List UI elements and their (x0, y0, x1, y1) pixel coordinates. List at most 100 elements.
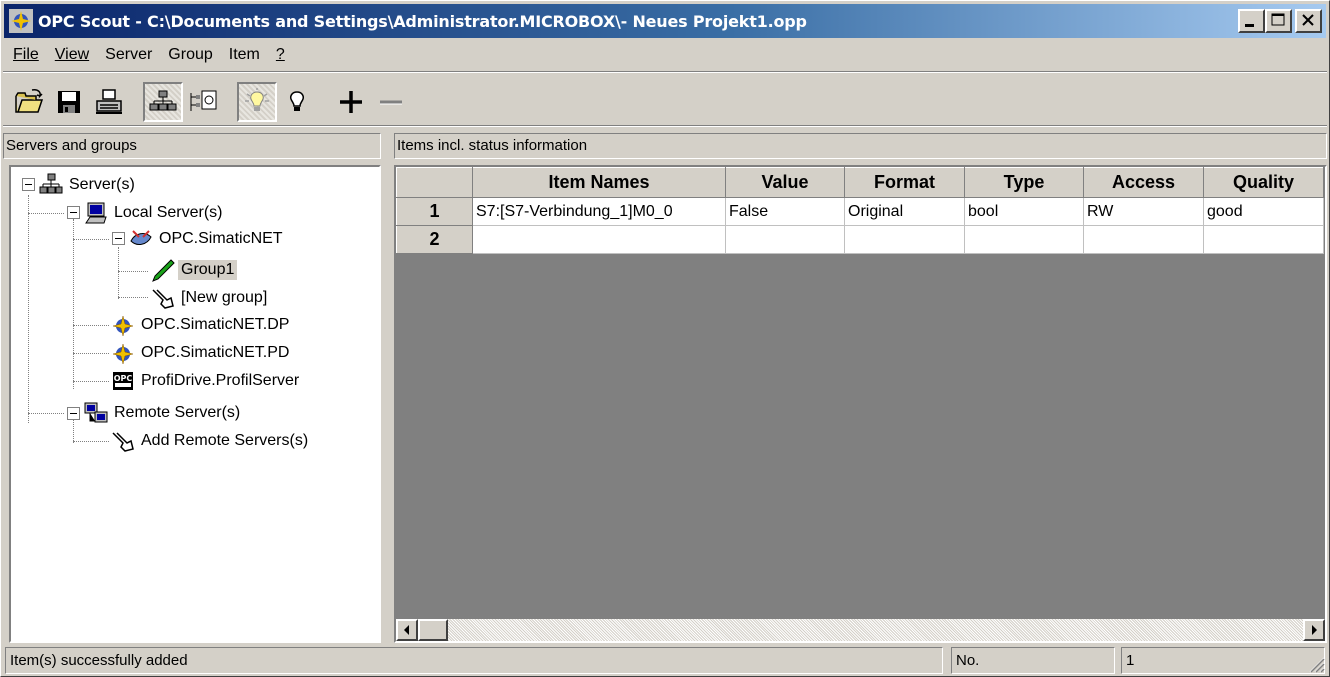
collapse-local-toggle[interactable] (67, 206, 80, 219)
collapse-remote-toggle[interactable] (67, 407, 80, 420)
scroll-left-button[interactable] (396, 619, 418, 641)
tree-node-remote-servers[interactable]: Remote Server(s) (84, 400, 243, 426)
menu-server-label: Server (105, 46, 153, 63)
cell-access[interactable] (1083, 225, 1204, 254)
menu-file[interactable]: File (5, 42, 47, 68)
cell-quality[interactable]: good (1203, 197, 1324, 226)
cell-quality[interactable] (1203, 225, 1324, 254)
tree-node-label: OPC.SimaticNET (159, 230, 283, 247)
remove-item-button[interactable] (371, 82, 411, 122)
menu-file-label: File (13, 46, 39, 63)
collapse-simaticnet-toggle[interactable] (112, 232, 125, 245)
minimize-icon (1245, 24, 1254, 27)
save-button[interactable] (49, 82, 89, 122)
menu-group[interactable]: Group (160, 42, 220, 68)
tree-node-local-servers[interactable]: Local Server(s) (84, 200, 225, 226)
title-bar[interactable]: OPC Scout - C:\Documents and Settings\Ad… (4, 4, 1326, 38)
tree-node-label: Local Server(s) (114, 204, 223, 221)
row-number[interactable]: 2 (396, 225, 473, 254)
menu-item-label: Item (228, 46, 260, 63)
cell-value[interactable] (725, 225, 845, 254)
maximize-icon (1271, 13, 1285, 26)
menu-help[interactable]: ? (268, 42, 293, 68)
corner-header[interactable] (396, 167, 473, 198)
network-computers-icon (84, 402, 108, 423)
tree-line (28, 195, 29, 423)
add-item-button[interactable] (331, 82, 371, 122)
opc-logo-icon: OPC (113, 372, 133, 390)
horizontal-scrollbar[interactable] (396, 619, 1325, 641)
tree-node-opc-simaticnet-pd[interactable]: OPC.SimaticNET.PD (111, 340, 292, 366)
new-group-pointer-icon (152, 289, 174, 309)
tree-node-profidrive[interactable]: OPC ProfiDrive.ProfilServer (111, 368, 302, 394)
tree-node-label: OPC.SimaticNET.DP (141, 316, 290, 333)
tree-line (28, 213, 64, 214)
cell-format[interactable]: Original (844, 197, 965, 226)
tree-node-opc-simaticnet-dp[interactable]: OPC.SimaticNET.DP (111, 312, 292, 338)
tree-line (118, 297, 148, 298)
cell-type[interactable] (964, 225, 1084, 254)
cell-format[interactable] (844, 225, 965, 254)
arrow-left-icon (404, 625, 409, 635)
server-tree-button[interactable] (143, 82, 183, 122)
cell-item-name[interactable] (472, 225, 726, 254)
tree-line (73, 219, 74, 389)
tree-node-group1[interactable]: Group1 (151, 257, 238, 283)
computer-icon (85, 202, 107, 224)
menu-view[interactable]: View (47, 42, 97, 68)
arrow-right-icon (1312, 625, 1317, 635)
bulb-on-icon (245, 88, 269, 111)
tree-node-add-remote[interactable]: Add Remote Servers(s) (111, 428, 311, 454)
save-icon (58, 91, 80, 113)
cell-item-name[interactable]: S7:[S7-Verbindung_1]M0_0 (472, 197, 726, 226)
group-properties-button[interactable] (183, 82, 223, 122)
scroll-right-button[interactable] (1303, 619, 1325, 641)
column-header-access[interactable]: Access (1083, 167, 1204, 198)
table-row[interactable]: 1 S7:[S7-Verbindung_1]M0_0 False Origina… (396, 197, 1324, 226)
print-button[interactable] (89, 82, 129, 122)
row-number[interactable]: 1 (396, 197, 473, 226)
toolbar (9, 79, 411, 125)
cell-value[interactable]: False (725, 197, 845, 226)
bulb-on-button[interactable] (237, 82, 277, 122)
table-header-row: Item Names Value Format Type Access Qual… (396, 167, 1324, 198)
column-header-type[interactable]: Type (964, 167, 1084, 198)
table-row[interactable]: 2 (396, 225, 1324, 254)
cell-type[interactable]: bool (964, 197, 1084, 226)
menu-item[interactable]: Item (221, 42, 268, 68)
servers-panel-header: Servers and groups (3, 133, 381, 159)
status-bar: Item(s) successfully added No. 1 (5, 647, 1327, 675)
print-icon (96, 89, 122, 114)
plus-icon (340, 91, 362, 113)
open-button[interactable] (9, 82, 49, 122)
tree-line (28, 413, 64, 414)
items-grid[interactable]: Item Names Value Format Type Access Qual… (394, 165, 1327, 643)
status-no-value: 1 (1121, 647, 1325, 674)
menu-server[interactable]: Server (97, 42, 160, 68)
tree-node-new-group[interactable]: [New group] (151, 285, 270, 311)
tree-node-label: Group1 (178, 260, 238, 280)
column-header-quality[interactable]: Quality (1203, 167, 1324, 198)
tree-node-opc-simaticnet[interactable]: OPC.SimaticNET (129, 226, 286, 252)
tree-node-label: Add Remote Servers(s) (141, 432, 309, 449)
grid-empty-area (396, 258, 1325, 617)
minimize-button[interactable] (1238, 9, 1265, 33)
tree-line (73, 441, 109, 442)
group-active-icon (152, 259, 175, 282)
scroll-thumb[interactable] (418, 619, 448, 641)
column-header-item-names[interactable]: Item Names (472, 167, 726, 198)
tree-node-servers[interactable]: Server(s) (39, 172, 138, 198)
collapse-servers-toggle[interactable] (22, 178, 35, 191)
cell-access[interactable]: RW (1083, 197, 1204, 226)
server-tree[interactable]: Server(s) Local Server(s) OPC.SimaticNET… (9, 165, 381, 643)
tree-line (73, 381, 109, 382)
column-header-value[interactable]: Value (725, 167, 845, 198)
bulb-off-button[interactable] (277, 82, 317, 122)
close-button[interactable] (1295, 9, 1322, 33)
resize-grip-icon[interactable] (1307, 655, 1325, 673)
tree-node-label: OPC.SimaticNET.PD (141, 344, 290, 361)
open-icon (15, 89, 44, 113)
tree-node-label: ProfiDrive.ProfilServer (141, 372, 300, 389)
maximize-button[interactable] (1265, 9, 1292, 33)
column-header-format[interactable]: Format (844, 167, 965, 198)
